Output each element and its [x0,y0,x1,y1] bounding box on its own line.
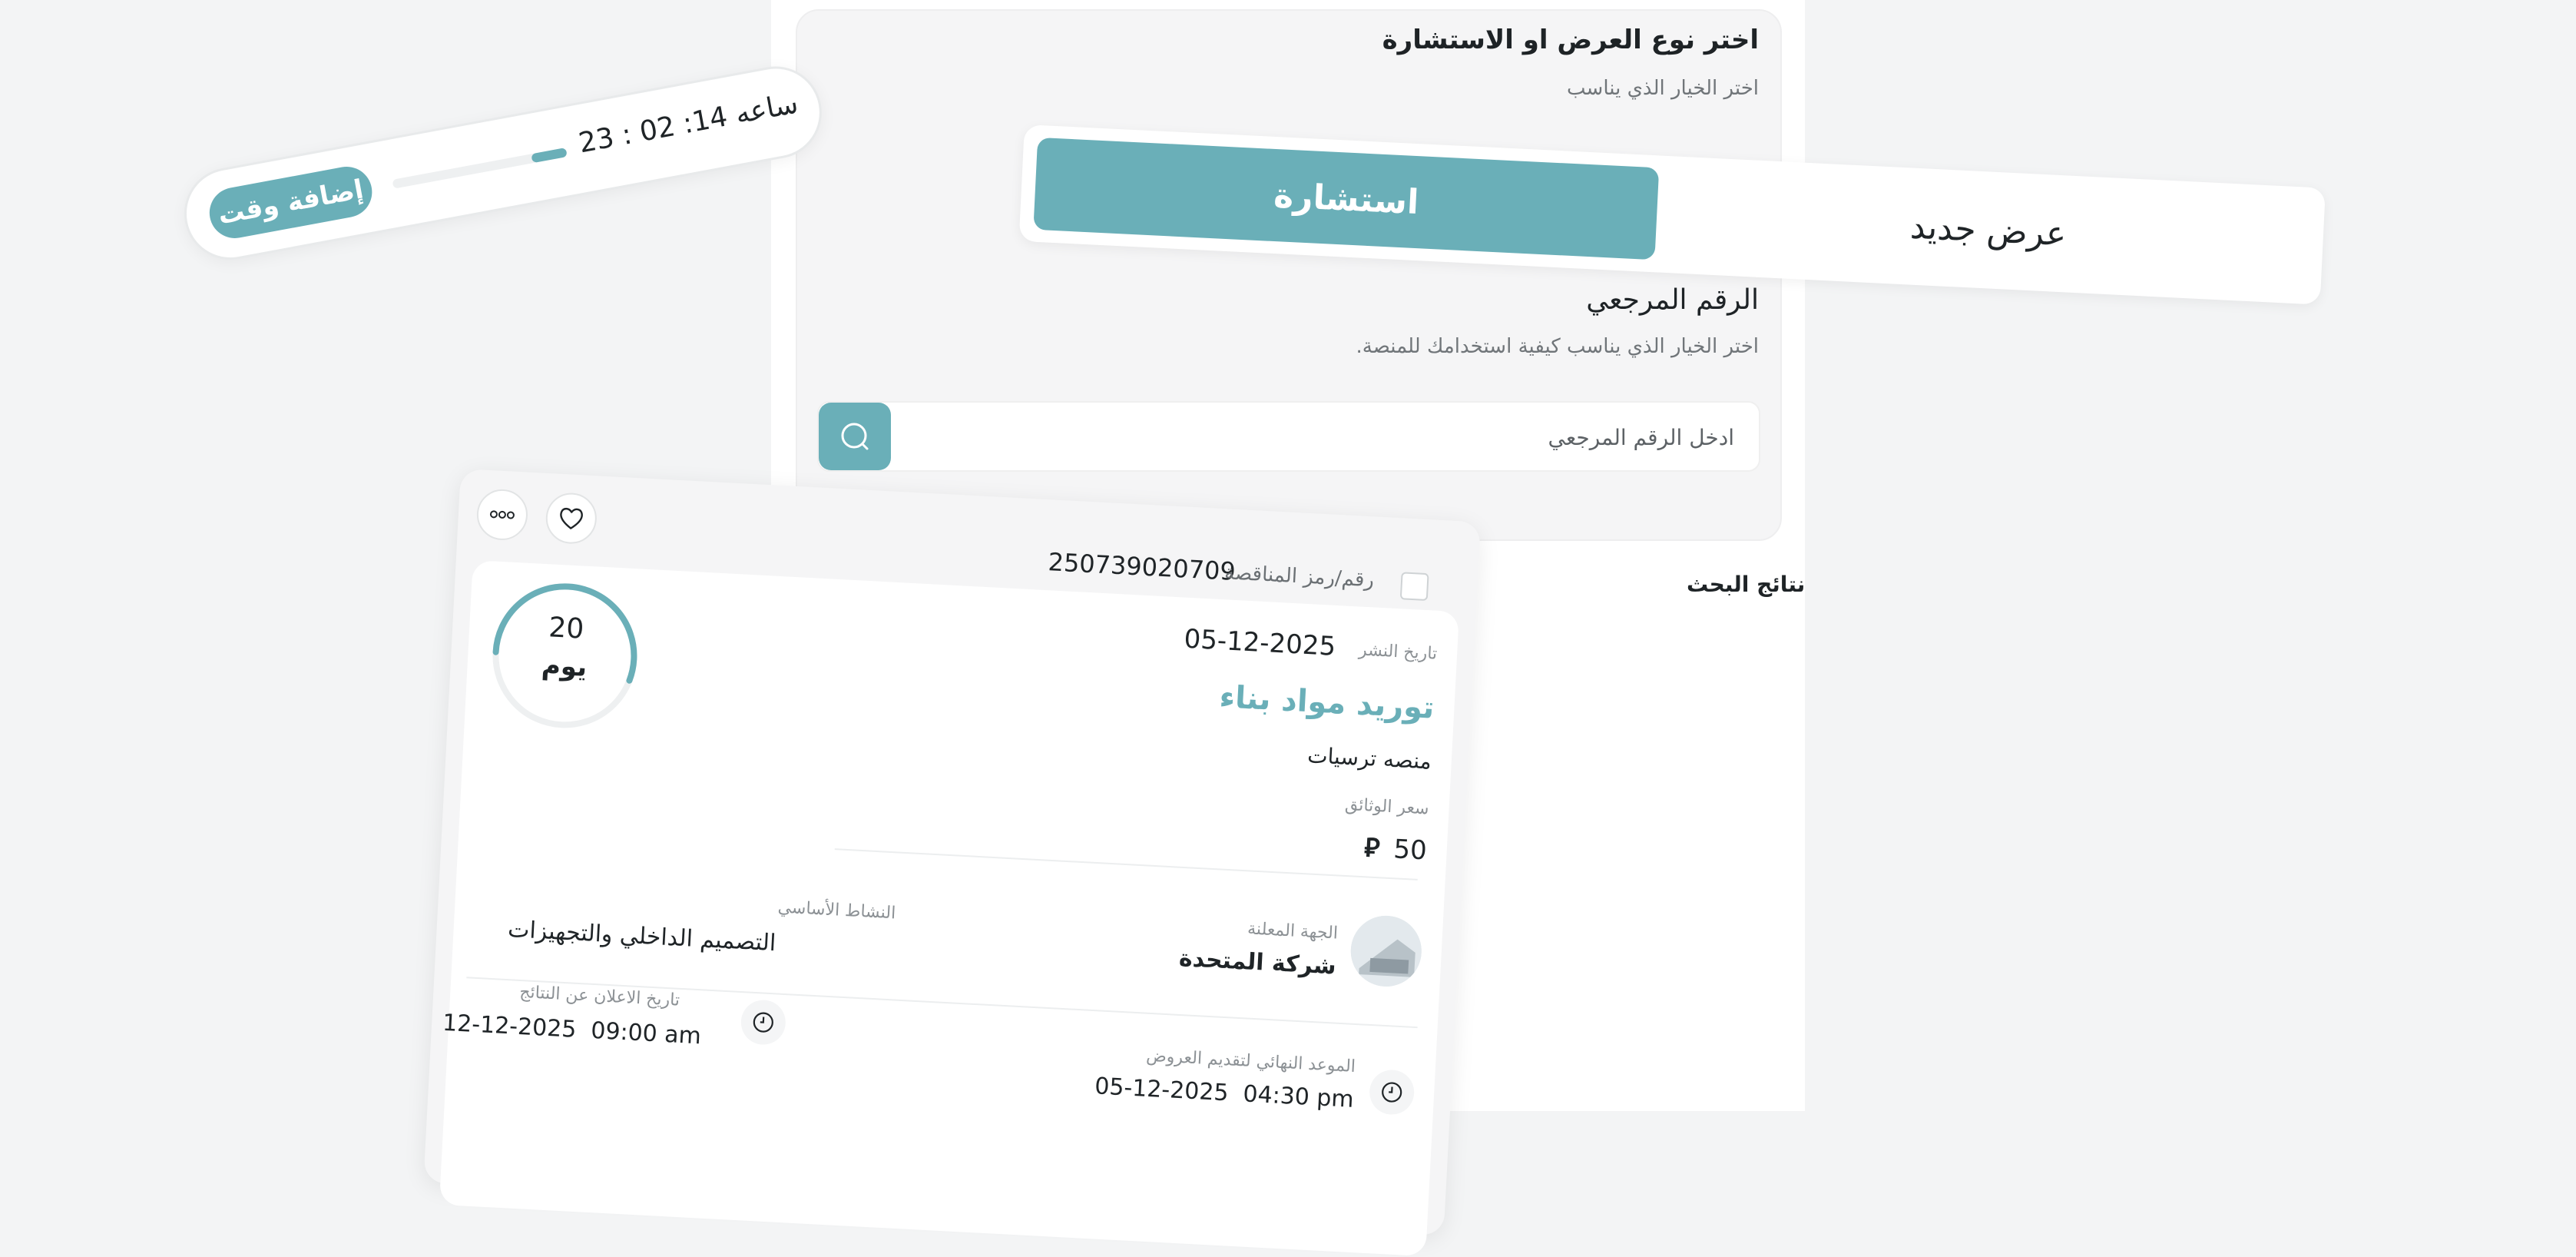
timer-countdown: 23 : 02 :14 ساعه [576,88,801,160]
tender-title[interactable]: توريد مواد بناء [1219,679,1435,726]
doc-price: ⃁ 50 [1363,830,1428,867]
offer-type-subtitle: اختر الخيار الذي يناسب [1567,77,1759,100]
timer-widget: إضافة وقت 23 : 02 :14 ساعه [177,58,829,267]
more-button[interactable] [475,488,529,542]
results-datetime: 12-12-2025 09:00 am [442,1010,701,1050]
tender-code-label: رقم/رمز المناقصة [1223,561,1375,592]
publish-date-label: تاريخ النشر [1358,640,1438,664]
reference-title: الرقم المرجعي [1586,284,1759,316]
more-icon [489,510,515,519]
entity-name: شركة المتحدة [1178,944,1337,980]
riyal-icon: ⃁ [1363,832,1381,864]
search-icon [841,423,869,450]
clock-icon [753,1012,773,1033]
main-activity-label: النشاط الأساسي [777,897,896,924]
building-icon [1349,914,1424,989]
results-time: 09:00 am [590,1017,702,1050]
deadline-time: 04:30 pm [1242,1080,1355,1113]
search-button[interactable] [819,403,891,470]
offer-type-title: اختر نوع العرض او الاستشارة [1382,25,1759,55]
divider [834,848,1418,881]
deadline-datetime: 05-12-2025 04:30 pm [1094,1073,1354,1113]
timer-progress-fill [531,148,568,164]
select-checkbox[interactable] [1399,572,1429,602]
reference-search-field [817,401,1760,472]
reference-search-input[interactable] [896,403,1736,472]
tender-card: 250739020709 رقم/رمز المناقصة 20 يوم تار… [423,469,1482,1257]
results-date: 12-12-2025 [442,1009,578,1043]
clock-icon [1382,1082,1402,1103]
doc-price-label: سعر الوثائق [1344,794,1430,819]
doc-price-value: 50 [1392,834,1428,867]
days-count: 20 [548,612,585,645]
toggle-new-offer[interactable]: عرض جديد [1671,169,2305,292]
publish-date: 05-12-2025 [1183,623,1337,662]
deadline-label: الموعد النهائي لتقديم العروض [1145,1046,1356,1077]
tender-details: 20 يوم تاريخ النشر 05-12-2025 توريد مواد… [439,559,1460,1257]
days-unit: يوم [541,649,588,683]
entity-label: الجهة المعلنة [1247,919,1339,944]
heart-icon [560,507,583,529]
add-time-button[interactable]: إضافة وقت [205,162,376,243]
tender-code-value: 250739020709 [1047,547,1237,586]
deadline-date: 05-12-2025 [1094,1073,1230,1107]
tender-platform: منصه ترسيات [1306,742,1432,774]
main-activity-value: التصميم الداخلي والتجهيزات [507,916,777,957]
deadline-clock [1368,1069,1415,1116]
timer-progress-track [392,148,568,189]
toggle-consultation[interactable]: استشارة [1033,137,1660,260]
results-clock [740,999,787,1046]
favorite-button[interactable] [545,491,598,546]
search-results-label: نتائج البحث [1687,572,1806,597]
entity-avatar [1349,914,1424,989]
reference-subtitle: اختر الخيار الذي يناسب كيفية استخدامك لل… [1356,335,1759,358]
